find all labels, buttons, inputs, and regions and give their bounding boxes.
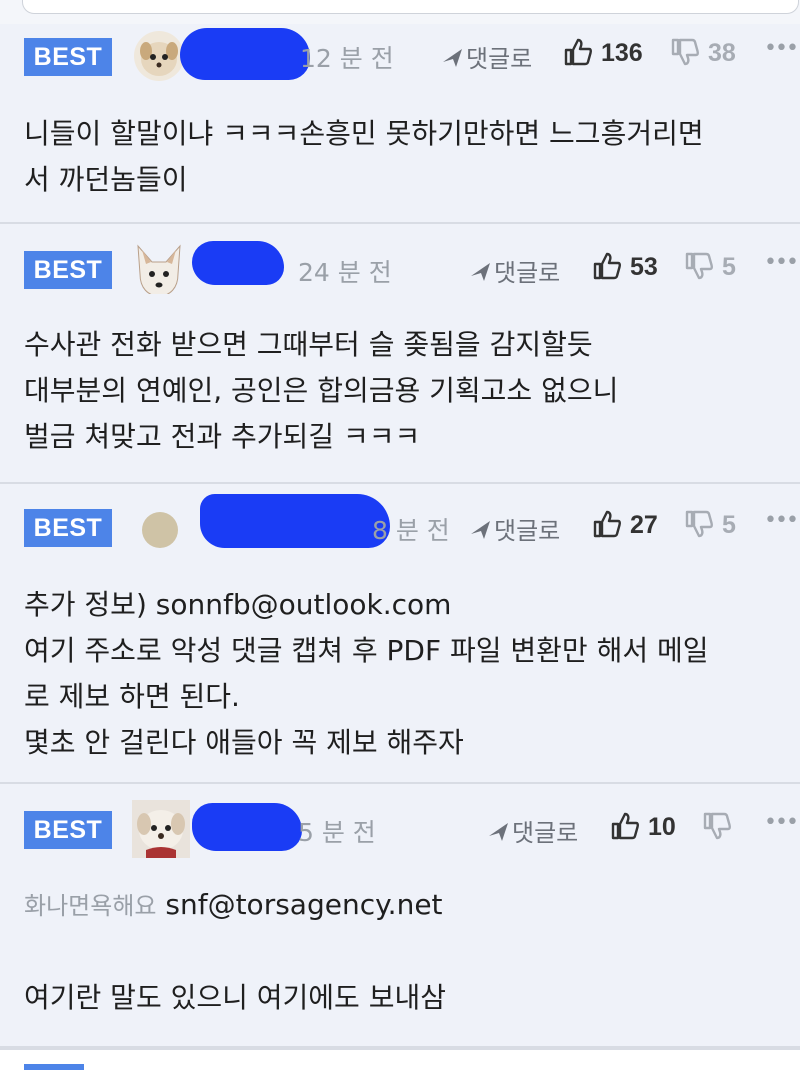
comment-time: 24 분 전 — [298, 258, 392, 287]
reply-label: 댓글로 — [494, 259, 561, 287]
avatar — [132, 800, 190, 858]
like-count: 136 — [601, 39, 643, 67]
comment-line: 로 제보 하면 된다. — [24, 680, 240, 713]
reply-button[interactable]: 댓글로 — [468, 253, 560, 288]
reply-arrow-icon — [443, 49, 462, 67]
reply-button[interactable]: 댓글로 — [486, 813, 578, 848]
comment-body: 화나면욕해요 snf@torsagency.net 여기란 말도 있으니 여기에… — [24, 882, 780, 1021]
previous-item-strip — [0, 0, 800, 25]
reply-button[interactable]: 댓글로 — [440, 39, 532, 74]
best-badge: BEST — [24, 811, 112, 849]
comment-line: 몇초 안 걸린다 애들아 꼭 제보 해주자 — [24, 726, 464, 759]
redacted-username — [192, 241, 284, 285]
next-item-strip — [0, 1048, 800, 1070]
comment-body: 니들이 할말이냐 ㅋㅋㅋ손흥민 못하기만하면 느그흥거리면 서 까던놈들이 — [24, 111, 780, 203]
comment-item: BEST 24 분 전 댓글로 53 5 ••• 수사관 전화 받으면 그때부터… — [0, 224, 800, 484]
thumbs-down-icon — [671, 38, 699, 66]
dislike-button[interactable]: 5 — [684, 252, 736, 282]
avatar — [134, 244, 184, 294]
avatar — [134, 31, 184, 81]
comment-time: 8 분 전 — [372, 516, 450, 545]
email-text: snf@torsagency.net — [165, 888, 443, 921]
dislike-count: 5 — [722, 253, 736, 281]
avatar — [142, 512, 178, 548]
thumbs-up-icon — [593, 252, 621, 280]
reply-arrow-icon — [471, 521, 490, 539]
like-button[interactable]: 53 — [592, 252, 658, 282]
comment-item: BEST 12 분 전 댓글로 136 38 ••• 니들이 할말이냐 ㅋㅋㅋ손… — [0, 24, 800, 224]
reply-arrow-icon — [471, 263, 490, 281]
comment-line: 니들이 할말이냐 ㅋㅋㅋ손흥민 못하기만하면 느그흥거리면 — [24, 117, 704, 150]
like-button[interactable]: 136 — [563, 38, 643, 68]
comment-body: 수사관 전화 받으면 그때부터 슬 좆됨을 감지할듯 대부분의 연예인, 공인은… — [24, 322, 780, 460]
dislike-count: 38 — [708, 39, 736, 67]
like-button[interactable]: 27 — [592, 510, 658, 540]
comment-line: 수사관 전화 받으면 그때부터 슬 좆됨을 감지할듯 — [24, 328, 593, 361]
like-count: 10 — [648, 813, 676, 841]
comment-time: 12 분 전 — [300, 44, 394, 73]
comment-line: 벌금 쳐맞고 전과 추가되길 ㅋㅋㅋ — [24, 420, 421, 453]
thumbs-down-icon — [685, 252, 713, 280]
dislike-button[interactable]: 38 — [670, 38, 736, 68]
reply-arrow-icon — [489, 823, 508, 841]
dislike-count: 5 — [722, 511, 736, 539]
best-badge: BEST — [24, 251, 112, 289]
comment-item: BEST 5 분 전 댓글로 10 ••• 화나면욕해요 snf@torsage… — [0, 784, 800, 1048]
comment-line: 여기란 말도 있으니 여기에도 보내삼 — [24, 981, 447, 1014]
dislike-button[interactable] — [702, 812, 740, 842]
thumbs-down-icon — [685, 510, 713, 538]
reply-label: 댓글로 — [512, 819, 579, 847]
ellipsis-icon[interactable]: ••• — [764, 810, 799, 835]
thumbs-up-icon — [564, 38, 592, 66]
comment-line: 대부분의 연예인, 공인은 합의금용 기획고소 없으니 — [24, 374, 619, 407]
comment-line: 화나면욕해요 snf@torsagency.net — [24, 882, 780, 929]
reply-label: 댓글로 — [494, 517, 561, 545]
redacted-username — [200, 494, 390, 548]
redacted-username — [180, 28, 310, 80]
comment-line: 서 까던놈들이 — [24, 163, 188, 196]
muted-prefix: 화나면욕해요 — [24, 892, 157, 920]
ellipsis-icon[interactable]: ••• — [764, 250, 799, 275]
comment-item: BEST 8 분 전 댓글로 27 5 ••• 추가 정보) sonnfb@ou… — [0, 484, 800, 784]
reply-label: 댓글로 — [466, 45, 533, 73]
ellipsis-icon[interactable]: ••• — [764, 508, 799, 533]
best-badge: BEST — [24, 509, 112, 547]
comment-time: 5 분 전 — [298, 818, 376, 847]
like-button[interactable]: 10 — [610, 812, 676, 842]
reply-button[interactable]: 댓글로 — [468, 511, 560, 546]
redacted-username — [192, 803, 302, 851]
comment-line: 여기 주소로 악성 댓글 캡쳐 후 PDF 파일 변환만 해서 메일 — [24, 634, 709, 667]
ellipsis-icon[interactable]: ••• — [764, 36, 799, 61]
thumbs-up-icon — [611, 812, 639, 840]
best-badge: BEST — [24, 38, 112, 76]
like-count: 53 — [630, 253, 658, 281]
dislike-button[interactable]: 5 — [684, 510, 736, 540]
thumbs-up-icon — [593, 510, 621, 538]
like-count: 27 — [630, 511, 658, 539]
comment-line: 추가 정보) sonnfb@outlook.com — [24, 588, 452, 621]
comment-body: 추가 정보) sonnfb@outlook.com 여기 주소로 악성 댓글 캡… — [24, 582, 780, 766]
thumbs-down-icon — [703, 812, 731, 840]
